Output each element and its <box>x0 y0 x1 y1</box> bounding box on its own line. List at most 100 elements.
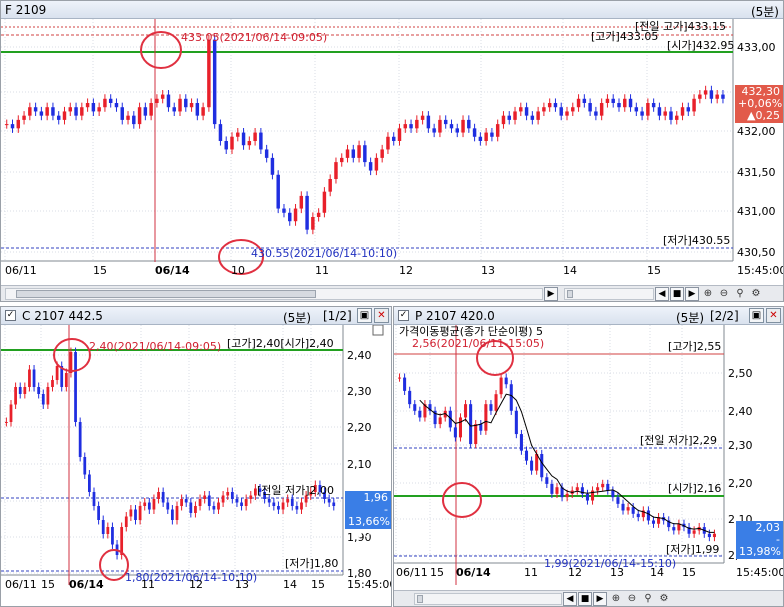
candle-body <box>426 115 431 129</box>
candle-body <box>137 107 142 125</box>
candle-body <box>56 115 61 120</box>
candle-body <box>101 520 105 534</box>
put-search-icon[interactable]: ⚲ <box>641 592 655 606</box>
put-scrollbar[interactable]: ◀ ■ ▶ ⊕ ⊖ ⚲ ⚙ <box>394 590 783 606</box>
x-tick-label: 15 <box>93 264 107 277</box>
call-scale-toggle[interactable] <box>372 325 384 336</box>
put-zoom-out-icon[interactable]: ⊖ <box>625 592 639 606</box>
put-forward-button[interactable]: ▶ <box>593 592 607 606</box>
put-back-button[interactable]: ◀ <box>563 592 577 606</box>
candle-body <box>244 499 248 506</box>
candle-body <box>576 98 581 108</box>
candle-body <box>212 506 216 510</box>
candle-body <box>230 136 234 150</box>
futures-change: ▲0,25 <box>747 109 780 122</box>
candle-body <box>626 507 630 511</box>
candle-body <box>281 502 285 510</box>
candle-body <box>270 157 275 175</box>
candle-body <box>5 124 9 126</box>
candle-body <box>675 115 679 120</box>
candle-body <box>458 417 462 438</box>
put-maximize-button[interactable]: ▣ <box>749 308 764 323</box>
call-titlebar[interactable]: ✓ C 2107 442.5 (5분) [1/2] ▣ ✕ <box>1 307 391 325</box>
candle-body <box>22 115 26 120</box>
futures-candlestick-chart[interactable]: 433.05(2021/06/14-09:05) 430.55(2021/06/… <box>1 19 784 286</box>
candle-body <box>611 98 615 103</box>
search-icon[interactable]: ⚲ <box>733 287 747 301</box>
candle-body <box>540 454 544 478</box>
candle-body <box>175 506 179 520</box>
x-tick-label: 06/11 <box>5 264 37 277</box>
candle-body <box>221 495 225 503</box>
put-stop-button[interactable]: ■ <box>578 592 592 606</box>
candle-body <box>536 111 540 120</box>
x-tick-label: 15:45:00 <box>737 264 784 277</box>
put-interval[interactable]: (5분) <box>676 309 704 326</box>
stop-button[interactable]: ■ <box>670 287 684 301</box>
futures-price-badge: 432,30 +0,06% ▲0,25 <box>735 85 783 123</box>
forward-button[interactable]: ▶ <box>685 287 699 301</box>
call-maximize-button[interactable]: ▣ <box>357 308 372 323</box>
put-high-note: 2,56(2021/06/11-15:05) <box>412 337 544 350</box>
candle-body <box>37 387 41 394</box>
candle-body <box>651 520 656 524</box>
x-tick-label: 15 <box>311 578 325 591</box>
candle-body <box>542 107 546 112</box>
candle-body <box>582 98 587 103</box>
futures-zoom-slider[interactable] <box>564 288 654 300</box>
put-settings-icon[interactable]: ⚙ <box>657 592 671 606</box>
candle-body <box>224 141 228 150</box>
candle-body <box>45 107 49 116</box>
candle-body <box>623 98 627 108</box>
futures-titlebar[interactable]: F 2109 (5분) <box>1 1 783 19</box>
x-tick-label: 11 <box>315 264 329 277</box>
candle-body <box>160 94 165 99</box>
futures-interval[interactable]: (5분) <box>751 3 779 20</box>
x-tick-label: 14 <box>650 566 664 579</box>
put-close-button[interactable]: ✕ <box>766 308 781 323</box>
scroll-right-button[interactable]: ▶ <box>544 287 558 301</box>
put-zoom-in-icon[interactable]: ⊕ <box>609 592 623 606</box>
candle-body <box>398 377 402 379</box>
candle-body <box>195 103 200 116</box>
candle-body <box>328 179 332 192</box>
candle-body <box>97 506 100 520</box>
candle-body <box>184 499 188 503</box>
futures-scrollbar[interactable]: ▶ ◀ ■ ▶ ⊕ ⊖ ⚲ ⚙ <box>1 285 783 301</box>
candle-body <box>449 124 454 129</box>
open-label: [시가]432.95 <box>667 39 734 52</box>
x-tick-label: 14 <box>283 578 297 591</box>
candle-body <box>415 119 419 129</box>
y-tick-label: 2,30 <box>347 385 372 398</box>
candle-body <box>28 369 31 387</box>
put-open-label: [시가]2,16 <box>668 482 721 495</box>
settings-icon[interactable]: ⚙ <box>749 287 763 301</box>
candle-body <box>340 157 344 163</box>
x-tick-label: 10 <box>231 264 245 277</box>
futures-scroll-track[interactable] <box>5 288 543 300</box>
candle-body <box>276 174 280 209</box>
put-candlestick-chart[interactable]: 가격이동평균(종가 단순이평) 5 2,56(2021/06/11-15:05)… <box>394 325 784 593</box>
candle-body <box>247 141 252 146</box>
candle-body <box>499 377 503 395</box>
back-button[interactable]: ◀ <box>655 287 669 301</box>
candle-body <box>51 380 54 387</box>
zoom-in-icon[interactable]: ⊕ <box>701 287 715 301</box>
candle-body <box>403 124 408 129</box>
zoom-out-icon[interactable]: ⊖ <box>717 287 731 301</box>
candle-body <box>106 527 110 534</box>
put-titlebar[interactable]: ✓ P 2107 420.0 (5분) [2/2] ▣ ✕ <box>394 307 783 325</box>
call-candlestick-chart[interactable]: 2,40(2021/06/14-09:05) 1,80(2021/06/14-1… <box>1 325 392 593</box>
candle-body <box>611 490 615 498</box>
call-interval[interactable]: (5분) <box>283 309 311 326</box>
candle-body <box>545 477 549 484</box>
call-checkbox[interactable]: ✓ <box>5 310 16 321</box>
candle-body <box>443 119 448 125</box>
put-checkbox[interactable]: ✓ <box>398 310 409 321</box>
call-close-button[interactable]: ✕ <box>374 308 389 323</box>
put-scroll-track[interactable] <box>414 593 562 605</box>
candle-body <box>438 417 442 425</box>
candle-body <box>249 495 253 499</box>
candle-body <box>259 132 263 150</box>
candle-body <box>78 422 82 457</box>
